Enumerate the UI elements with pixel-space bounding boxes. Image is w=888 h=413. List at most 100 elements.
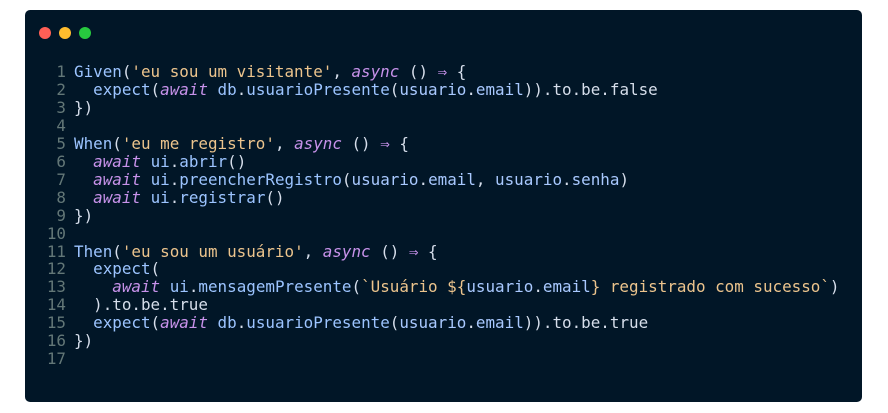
code-token-fn: preencherRegistro [179,169,342,189]
code-token-p: . [188,277,199,297]
code-token-kw: async [351,62,400,81]
code-token-fn: mensagemPresente [198,277,352,297]
code-token-fn: expect [93,79,151,99]
code-token-p: . [533,277,543,297]
code-token-str: `Usuário ${ [361,277,467,297]
code-token-var: email [475,79,524,99]
code-token-p [74,80,93,99]
code-token-str: 'eu me registro' [121,133,275,153]
line-number: 11 [46,241,66,261]
code-token-p: . [236,313,247,333]
maximize-dot-icon[interactable] [79,27,91,39]
code-token-p: . [169,187,180,207]
code-token-var: usuario [466,277,534,297]
code-token-fn: Then [74,241,113,261]
code-token-p: .to.be.false [542,79,658,99]
code-token-fn: ui [150,151,170,171]
code-token-p: ( [150,259,161,279]
code-token-p [74,170,93,189]
code-line: 10 [25,223,840,243]
code-token-p: () [370,241,409,261]
line-number: 12 [46,259,66,279]
code-token-kw: await [160,313,208,333]
code-block: 1 Given('eu sou um visitante', async () ⇒… [25,63,840,368]
code-token-p: .to.be.true [542,313,649,333]
code-token-fn: ui [169,277,189,297]
code-token-p: () [341,133,381,153]
line-number: 16 [46,331,66,351]
code-line: 7 await ui.preencherRegistro(usuario.ema… [25,169,840,189]
code-line: 5 When('eu me registro', async () ⇒ { [25,133,840,153]
code-token-fn: Given [74,62,122,81]
code-token-p [208,80,218,99]
code-token-kw: await [93,151,141,171]
code-token-str: 'eu sou um usuário' [121,241,304,261]
line-number: 10 [46,223,66,243]
code-token-p: ).to.be.true [74,295,208,315]
code-token-p: . [466,313,476,333]
line-number: 17 [46,349,66,369]
line-number: 4 [56,115,66,135]
code-token-fn: usuarioPresente [246,313,390,333]
code-token-var: usuario [351,169,419,189]
code-token-p: . [169,169,180,189]
code-line: 6 await ui.abrir() [25,151,840,171]
code-token-fn: ui [150,169,170,189]
code-token-fn: registrar [179,187,266,207]
code-token-p: ( [112,241,122,261]
code-token-p: () [265,187,285,207]
code-token-p: ( [341,169,352,189]
close-dot-icon[interactable] [39,27,51,39]
code-token-p: ( [150,313,161,333]
code-token-p: ( [389,313,400,333]
code-token-p: . [562,169,572,189]
code-token-p: ( [150,79,161,99]
code-token-kw: await [112,277,161,297]
code-token-p: , [475,169,496,189]
code-line: 8 await ui.registrar() [25,187,840,207]
code-line: 15 expect(await db.usuarioPresente(usuar… [25,314,840,332]
code-token-var: usuario [399,79,467,99]
code-line: 1 Given('eu sou um visitante', async () ⇒… [25,63,840,81]
code-token-p: , [274,133,295,153]
code-token-p [74,313,93,332]
code-token-str: } registrado com sucesso` [590,277,830,297]
code-token-p [141,188,151,207]
line-number: 9 [56,205,66,225]
code-line: 9}) [25,205,840,225]
code-line: 13 await ui.mensagemPresente(`Usuário ${… [25,278,840,296]
code-token-p [160,277,170,296]
code-token-op: ⇒ [380,133,390,153]
code-token-p: }) [74,97,94,117]
minimize-dot-icon[interactable] [59,27,71,39]
code-token-fn: db [217,313,237,333]
code-token-fn: ui [150,187,170,207]
code-token-var: usuario [495,169,563,189]
line-number: 3 [56,97,66,117]
code-token-p: )) [523,313,543,333]
code-token-p: . [418,169,429,189]
code-token-fn: db [217,79,237,99]
code-token-p [74,152,93,171]
code-token-kw: await [160,79,208,99]
code-token-p: ) [619,169,630,189]
code-token-fn: usuarioPresente [246,79,390,99]
code-token-p [208,313,218,332]
line-number: 8 [56,187,66,207]
line-number: 13 [46,277,66,297]
line-number: 14 [46,295,66,315]
code-token-p: ( [351,277,362,297]
code-token-p: . [466,79,476,99]
code-token-p: . [169,151,180,171]
code-token-p: )) [523,79,543,99]
code-token-fn: When [74,133,113,153]
code-token-p: , [303,241,323,261]
code-token-var: senha [571,169,620,189]
code-token-op: ⇒ [437,62,448,81]
code-token-fn: expect [93,259,151,279]
line-number: 2 [56,79,66,99]
code-token-p [74,188,93,207]
code-token-var: usuario [399,313,467,333]
line-number: 1 [56,62,66,81]
code-token-p: () [227,151,247,171]
